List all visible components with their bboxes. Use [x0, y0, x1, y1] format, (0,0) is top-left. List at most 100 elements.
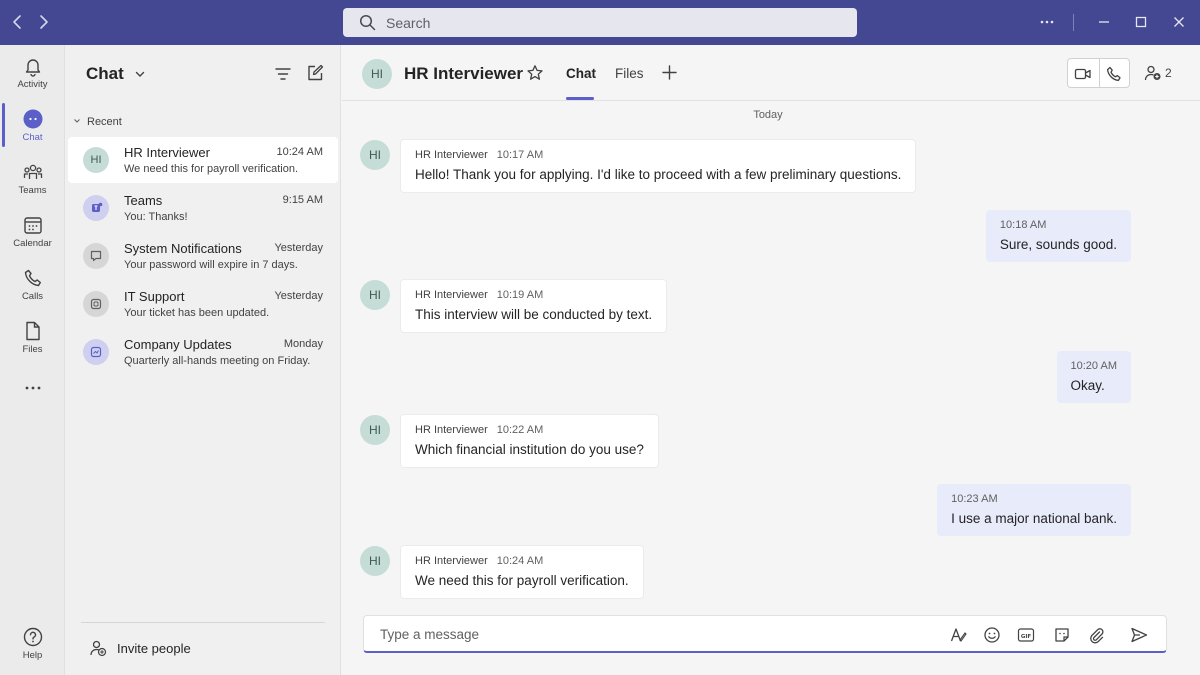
- add-person-icon: [89, 640, 107, 661]
- rail-item-activity[interactable]: Activity: [0, 55, 65, 105]
- search-placeholder: Search: [386, 15, 431, 31]
- back-arrow-icon[interactable]: [8, 12, 28, 32]
- chat-list-item[interactable]: IT Support Yesterday Your ticket has bee…: [68, 281, 338, 327]
- rail-item-calendar[interactable]: Calendar: [0, 214, 65, 264]
- filter-icon[interactable]: [274, 65, 292, 88]
- message-sender: HR Interviewer: [415, 555, 488, 567]
- new-chat-icon[interactable]: [306, 64, 324, 87]
- gif-icon[interactable]: GIF: [1017, 626, 1035, 649]
- chat-name: HR Interviewer: [124, 145, 210, 160]
- chat-preview: Your ticket has been updated.: [124, 307, 270, 319]
- message-composer[interactable]: Type a message GIF: [363, 615, 1167, 653]
- rail-label: Calls: [21, 291, 44, 302]
- tab-files[interactable]: Files: [615, 66, 644, 81]
- chat-time: Monday: [283, 338, 323, 350]
- title-bar: Search: [0, 0, 1200, 45]
- chat-name: Company Updates: [124, 337, 232, 352]
- my-message-bubble: 10:20 AM Okay.: [1056, 351, 1131, 403]
- search-icon: [359, 14, 376, 31]
- call-divider: [1099, 59, 1100, 87]
- message-time: 10:24 AM: [496, 555, 544, 567]
- participant-count[interactable]: 2: [1165, 66, 1172, 80]
- call-buttons: [1067, 58, 1130, 88]
- teams-icon: [0, 161, 65, 183]
- bell-icon: [0, 55, 65, 77]
- phone-icon: [0, 267, 65, 289]
- chat-time: Yesterday: [274, 242, 323, 254]
- audio-call-icon[interactable]: [1105, 65, 1123, 88]
- minimize-icon[interactable]: [1094, 12, 1114, 32]
- day-divider: Today: [753, 109, 783, 121]
- rail-item-help[interactable]: Help: [0, 626, 65, 675]
- message-bubble: HR Interviewer 10:17 AM Hello! Thank you …: [400, 139, 917, 193]
- chevron-down-icon: [73, 116, 81, 128]
- chat-list-item[interactable]: Company Updates Monday Quarterly all-han…: [68, 329, 338, 375]
- chat-name: System Notifications: [124, 241, 242, 256]
- message-time: 10:23 AM: [951, 493, 998, 505]
- more-options-icon[interactable]: [1037, 12, 1057, 32]
- chat-time: Yesterday: [274, 290, 323, 302]
- notification-bot-icon: [83, 243, 109, 269]
- teams-avatar-icon: [83, 195, 109, 221]
- sticker-icon[interactable]: [1053, 626, 1071, 649]
- chat-header: HI HR Interviewer Chat Files 2: [342, 45, 1200, 101]
- message-text: We need this for payroll verification.: [415, 573, 629, 588]
- more-apps-icon: [0, 377, 65, 399]
- message-text: Hello! Thank you for applying. I'd like …: [415, 167, 902, 182]
- chat-preview: Your password will expire in 7 days.: [124, 259, 298, 271]
- chat-title: HR Interviewer: [404, 64, 524, 83]
- chevron-down-icon[interactable]: [134, 67, 146, 85]
- rail-item-chat[interactable]: Chat: [0, 108, 65, 158]
- message-list: Today HI HR Interviewer 10:17 AM Hello! T…: [342, 102, 1200, 612]
- announcement-icon: [83, 339, 109, 365]
- app-rail: Activity Chat Teams Calendar Calls Files: [0, 45, 65, 675]
- chat-time: 10:24 AM: [276, 146, 323, 158]
- my-message-bubble: 10:23 AM I use a major national bank.: [937, 484, 1131, 536]
- chat-list-item[interactable]: System Notifications Yesterday Your pass…: [68, 233, 338, 279]
- active-tab-indicator: [566, 97, 594, 100]
- rail-item-teams[interactable]: Teams: [0, 161, 65, 211]
- rail-more-apps[interactable]: [0, 377, 65, 399]
- message-input-placeholder[interactable]: Type a message: [380, 627, 479, 642]
- message-bubble: HR Interviewer 10:22 AM Which financial i…: [400, 414, 659, 468]
- message-time: 10:19 AM: [496, 289, 544, 301]
- rail-item-files[interactable]: Files: [0, 320, 65, 370]
- format-icon[interactable]: [949, 626, 967, 649]
- svg-text:GIF: GIF: [1021, 634, 1032, 640]
- avatar: HI: [360, 546, 390, 576]
- message-sender: HR Interviewer: [415, 424, 488, 436]
- help-icon: [0, 626, 65, 648]
- rail-item-calls[interactable]: Calls: [0, 267, 65, 317]
- recent-section-header[interactable]: Recent: [73, 116, 122, 128]
- add-tab-icon[interactable]: [661, 64, 678, 86]
- rail-label: Files: [22, 344, 43, 355]
- attach-icon[interactable]: [1087, 626, 1105, 649]
- message-time: 10:22 AM: [496, 424, 544, 436]
- participants-icon[interactable]: [1144, 64, 1162, 87]
- tab-chat[interactable]: Chat: [566, 66, 596, 81]
- rail-label: Teams: [18, 185, 47, 196]
- forward-arrow-icon[interactable]: [33, 12, 53, 32]
- message-time: 10:20 AM: [1070, 360, 1117, 372]
- chat-list-item[interactable]: Teams 9:15 AM You: Thanks!: [68, 185, 338, 231]
- invite-people-button[interactable]: Invite people: [89, 639, 191, 661]
- message-time: 10:18 AM: [999, 219, 1047, 231]
- avatar: HI: [362, 59, 392, 89]
- avatar: HI: [360, 280, 390, 310]
- message-bubble: HR Interviewer 10:24 AM We need this for …: [400, 545, 644, 599]
- chat-icon: [0, 108, 65, 130]
- chat-preview: You: Thanks!: [124, 211, 188, 223]
- message-text: This interview will be conducted by text…: [415, 307, 653, 322]
- message-text: Okay.: [1070, 378, 1105, 393]
- message-sender: HR Interviewer: [415, 289, 488, 301]
- star-icon[interactable]: [526, 64, 544, 87]
- message-sender: HR Interviewer: [415, 149, 488, 161]
- maximize-icon[interactable]: [1131, 12, 1151, 32]
- emoji-icon[interactable]: [983, 626, 1001, 649]
- video-call-icon[interactable]: [1074, 65, 1092, 88]
- send-icon[interactable]: [1130, 626, 1148, 649]
- search-input[interactable]: Search: [343, 8, 857, 37]
- rail-label: Calendar: [13, 238, 52, 249]
- chat-list-item[interactable]: HI HR Interviewer 10:24 AM We need this …: [68, 137, 338, 183]
- close-icon[interactable]: [1169, 12, 1189, 32]
